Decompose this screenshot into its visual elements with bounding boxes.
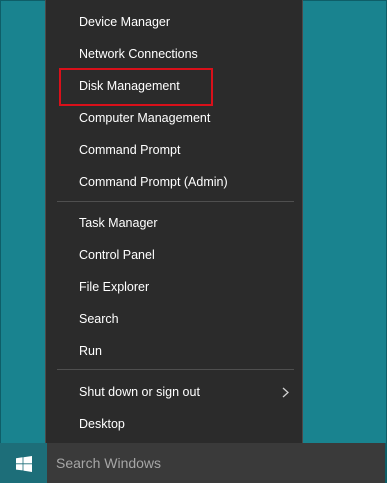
menu-item-label: File Explorer [79, 280, 150, 294]
menu-item-search[interactable]: Search [46, 303, 302, 335]
menu-item-label: Computer Management [79, 111, 211, 125]
menu-item-label: Desktop [79, 417, 125, 431]
menu-item-label: Search [79, 312, 119, 326]
menu-item-command-prompt[interactable]: Command Prompt [46, 134, 302, 166]
menu-item-desktop[interactable]: Desktop [46, 408, 302, 440]
menu-item-label: Shut down or sign out [79, 385, 200, 399]
menu-item-run[interactable]: Run [46, 335, 302, 367]
menu-item-file-explorer[interactable]: File Explorer [46, 271, 302, 303]
menu-item-label: Control Panel [79, 248, 155, 262]
search-box[interactable]: Search Windows [47, 443, 385, 483]
menu-separator [57, 369, 294, 370]
menu-item-task-manager[interactable]: Task Manager [46, 207, 302, 239]
menu-item-label: Run [79, 344, 102, 358]
menu-item-label: Device Manager [79, 15, 171, 29]
menu-item-label: Command Prompt [79, 143, 181, 157]
menu-item-label: Network Connections [79, 47, 198, 61]
disk-management-highlight-box [59, 68, 213, 106]
menu-item-network-connections[interactable]: Network Connections [46, 38, 302, 70]
search-placeholder: Search Windows [56, 455, 162, 471]
menu-item-computer-management[interactable]: Computer Management [46, 102, 302, 134]
power-user-menu: Device Manager Network Connections Disk … [45, 0, 303, 444]
taskbar: Search Windows [0, 443, 387, 483]
menu-item-device-manager[interactable]: Device Manager [46, 6, 302, 38]
menu-item-control-panel[interactable]: Control Panel [46, 239, 302, 271]
windows-logo-icon [16, 456, 32, 472]
menu-separator [57, 201, 294, 202]
menu-item-command-prompt-admin[interactable]: Command Prompt (Admin) [46, 166, 302, 198]
chevron-right-icon [282, 387, 289, 398]
start-button[interactable] [0, 443, 48, 483]
menu-item-shut-down-or-sign-out[interactable]: Shut down or sign out [46, 376, 302, 408]
menu-item-label: Task Manager [79, 216, 158, 230]
menu-item-label: Command Prompt (Admin) [79, 175, 228, 189]
